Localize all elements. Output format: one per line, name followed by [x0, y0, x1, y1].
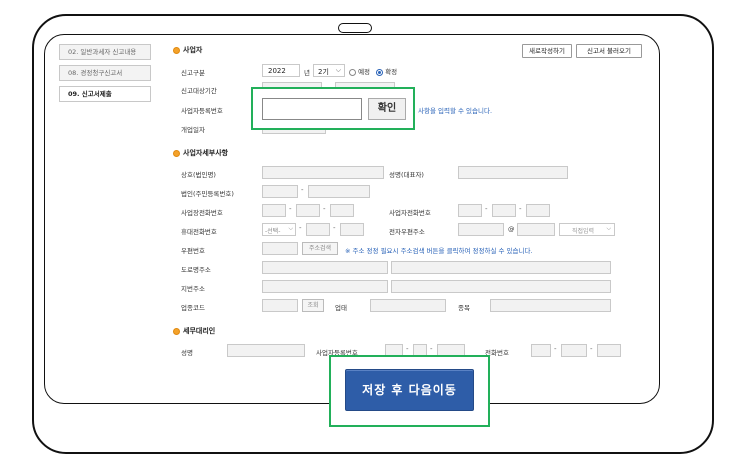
biz-phone-2-input[interactable] [296, 204, 320, 217]
dash: - [323, 205, 326, 213]
period-value: 2기 [318, 68, 329, 76]
mobile-select[interactable]: -선택- ⌵ [262, 223, 296, 236]
section-agent-title: 세무대리인 [183, 327, 216, 335]
zip-note: ※ 주소 정정 필요시 주소검색 버튼을 클릭하여 정정하실 수 있습니다. [345, 247, 533, 255]
biz-type-label: 업태 [335, 304, 347, 312]
address-search-button[interactable]: 주소검색 [302, 242, 338, 255]
dash: - [289, 205, 292, 213]
sidebar-item-correction[interactable]: 08. 경정청구신고서 [59, 65, 151, 81]
email-domain-select[interactable]: 직접입력 ⌵ [559, 223, 615, 236]
zip-input[interactable] [262, 242, 298, 255]
agent-phone-2-input[interactable] [561, 344, 587, 357]
dash: - [333, 224, 336, 232]
chevron-down-icon: ⌵ [335, 66, 341, 74]
bullet-icon [173, 46, 180, 54]
ceo-input[interactable] [458, 166, 568, 179]
radio-final[interactable] [376, 68, 384, 76]
radio-scheduled-label: 예정 [358, 68, 371, 76]
dash: - [590, 345, 593, 353]
item-input[interactable] [490, 299, 611, 312]
new-report-button[interactable]: 새로작성하기 [522, 44, 572, 58]
chevron-down-icon: ⌵ [288, 225, 293, 232]
dash: - [430, 345, 433, 353]
section-details: 사업자세부사항 [173, 148, 228, 158]
biz-phone-1-input[interactable] [262, 204, 286, 217]
email-label: 전자우편주소 [389, 228, 425, 236]
email-domain-input[interactable] [517, 223, 555, 236]
email-id-input[interactable] [458, 223, 504, 236]
section-business-title: 사업자 [183, 46, 203, 54]
radio-final-label: 확정 [385, 68, 398, 76]
zip-label: 우편번호 [181, 247, 205, 255]
trade-name-label: 상호(법인명) [181, 171, 216, 179]
year-unit: 년 [304, 69, 310, 77]
road-address-2-input[interactable] [391, 261, 611, 274]
dash: - [406, 345, 409, 353]
agent-name-label: 성명 [181, 349, 193, 357]
lot-address-2-input[interactable] [391, 280, 611, 293]
road-address-label: 도로명주소 [181, 266, 211, 274]
bizno-label: 사업자등록번호 [181, 107, 223, 115]
industry-code-input[interactable] [262, 299, 298, 312]
mobile-3-input[interactable] [340, 223, 364, 236]
trade-name-input[interactable] [262, 166, 384, 179]
email-domain-value: 직접입력 [572, 228, 595, 235]
dash: - [299, 224, 302, 232]
home-phone-label: 사업자전화번호 [389, 209, 431, 217]
home-phone-3-input[interactable] [526, 204, 550, 217]
open-date-label: 개업일자 [181, 126, 205, 134]
home-phone-1-input[interactable] [458, 204, 482, 217]
bizno-popup-input[interactable] [262, 98, 362, 120]
chevron-down-icon: ⌵ [606, 225, 611, 232]
mobile-label: 휴대전화번호 [181, 228, 217, 236]
period-label: 신고대상기간 [181, 87, 217, 95]
biz-type-input[interactable] [370, 299, 446, 312]
lot-address-label: 지번주소 [181, 285, 205, 293]
biz-phone-3-input[interactable] [330, 204, 354, 217]
road-address-1-input[interactable] [262, 261, 388, 274]
load-report-button[interactable]: 신고서 불러오기 [576, 44, 642, 58]
dash: - [519, 205, 522, 213]
sidebar-item-submit[interactable]: 09. 신고서제출 [59, 86, 151, 102]
ceo-label: 성명(대표자) [389, 171, 424, 179]
year-value: 2022 [268, 67, 286, 75]
dash: - [301, 186, 304, 194]
industry-search-button[interactable]: 조회 [302, 299, 324, 312]
period-select[interactable]: 2기 ⌵ [313, 64, 345, 77]
screen: 02. 일반과세자 신고내용 08. 경정청구신고서 09. 신고서제출 새로작… [44, 34, 660, 404]
report-type-label: 신고구분 [181, 69, 205, 77]
bullet-icon [173, 327, 180, 335]
email-at: @ [508, 225, 515, 233]
biz-phone-label: 사업장전화번호 [181, 209, 223, 217]
section-details-title: 사업자세부사항 [183, 149, 229, 157]
corp-no-1-input[interactable] [262, 185, 298, 198]
save-button-highlight: 저장 후 다음이동 [329, 355, 490, 427]
corp-no-2-input[interactable] [308, 185, 370, 198]
agent-phone-3-input[interactable] [597, 344, 621, 357]
dash: - [485, 205, 488, 213]
corp-no-label: 법인(주민등록번호) [181, 190, 234, 198]
sidebar-item-general[interactable]: 02. 일반과세자 신고내용 [59, 44, 151, 60]
mobile-2-input[interactable] [306, 223, 330, 236]
mobile-select-value: -선택- [265, 228, 281, 235]
confirm-button[interactable]: 확인 [368, 98, 406, 120]
bizno-popup: 확인 [251, 87, 415, 130]
agent-phone-1-input[interactable] [531, 344, 551, 357]
bullet-icon [173, 149, 180, 157]
lot-address-1-input[interactable] [262, 280, 388, 293]
save-next-button[interactable]: 저장 후 다음이동 [345, 369, 474, 411]
section-business: 사업자 [173, 45, 202, 55]
radio-group-type: 예정 확정 [349, 66, 397, 76]
year-input[interactable]: 2022 [262, 64, 300, 77]
camera-notch [338, 23, 372, 33]
bizno-hint: 사항을 입력할 수 있습니다. [418, 107, 493, 115]
section-agent: 세무대리인 [173, 326, 215, 336]
industry-code-label: 업종코드 [181, 304, 205, 312]
agent-name-input[interactable] [227, 344, 305, 357]
radio-scheduled[interactable] [349, 68, 356, 76]
item-label: 종목 [458, 304, 470, 312]
home-phone-2-input[interactable] [492, 204, 516, 217]
dash: - [554, 345, 557, 353]
